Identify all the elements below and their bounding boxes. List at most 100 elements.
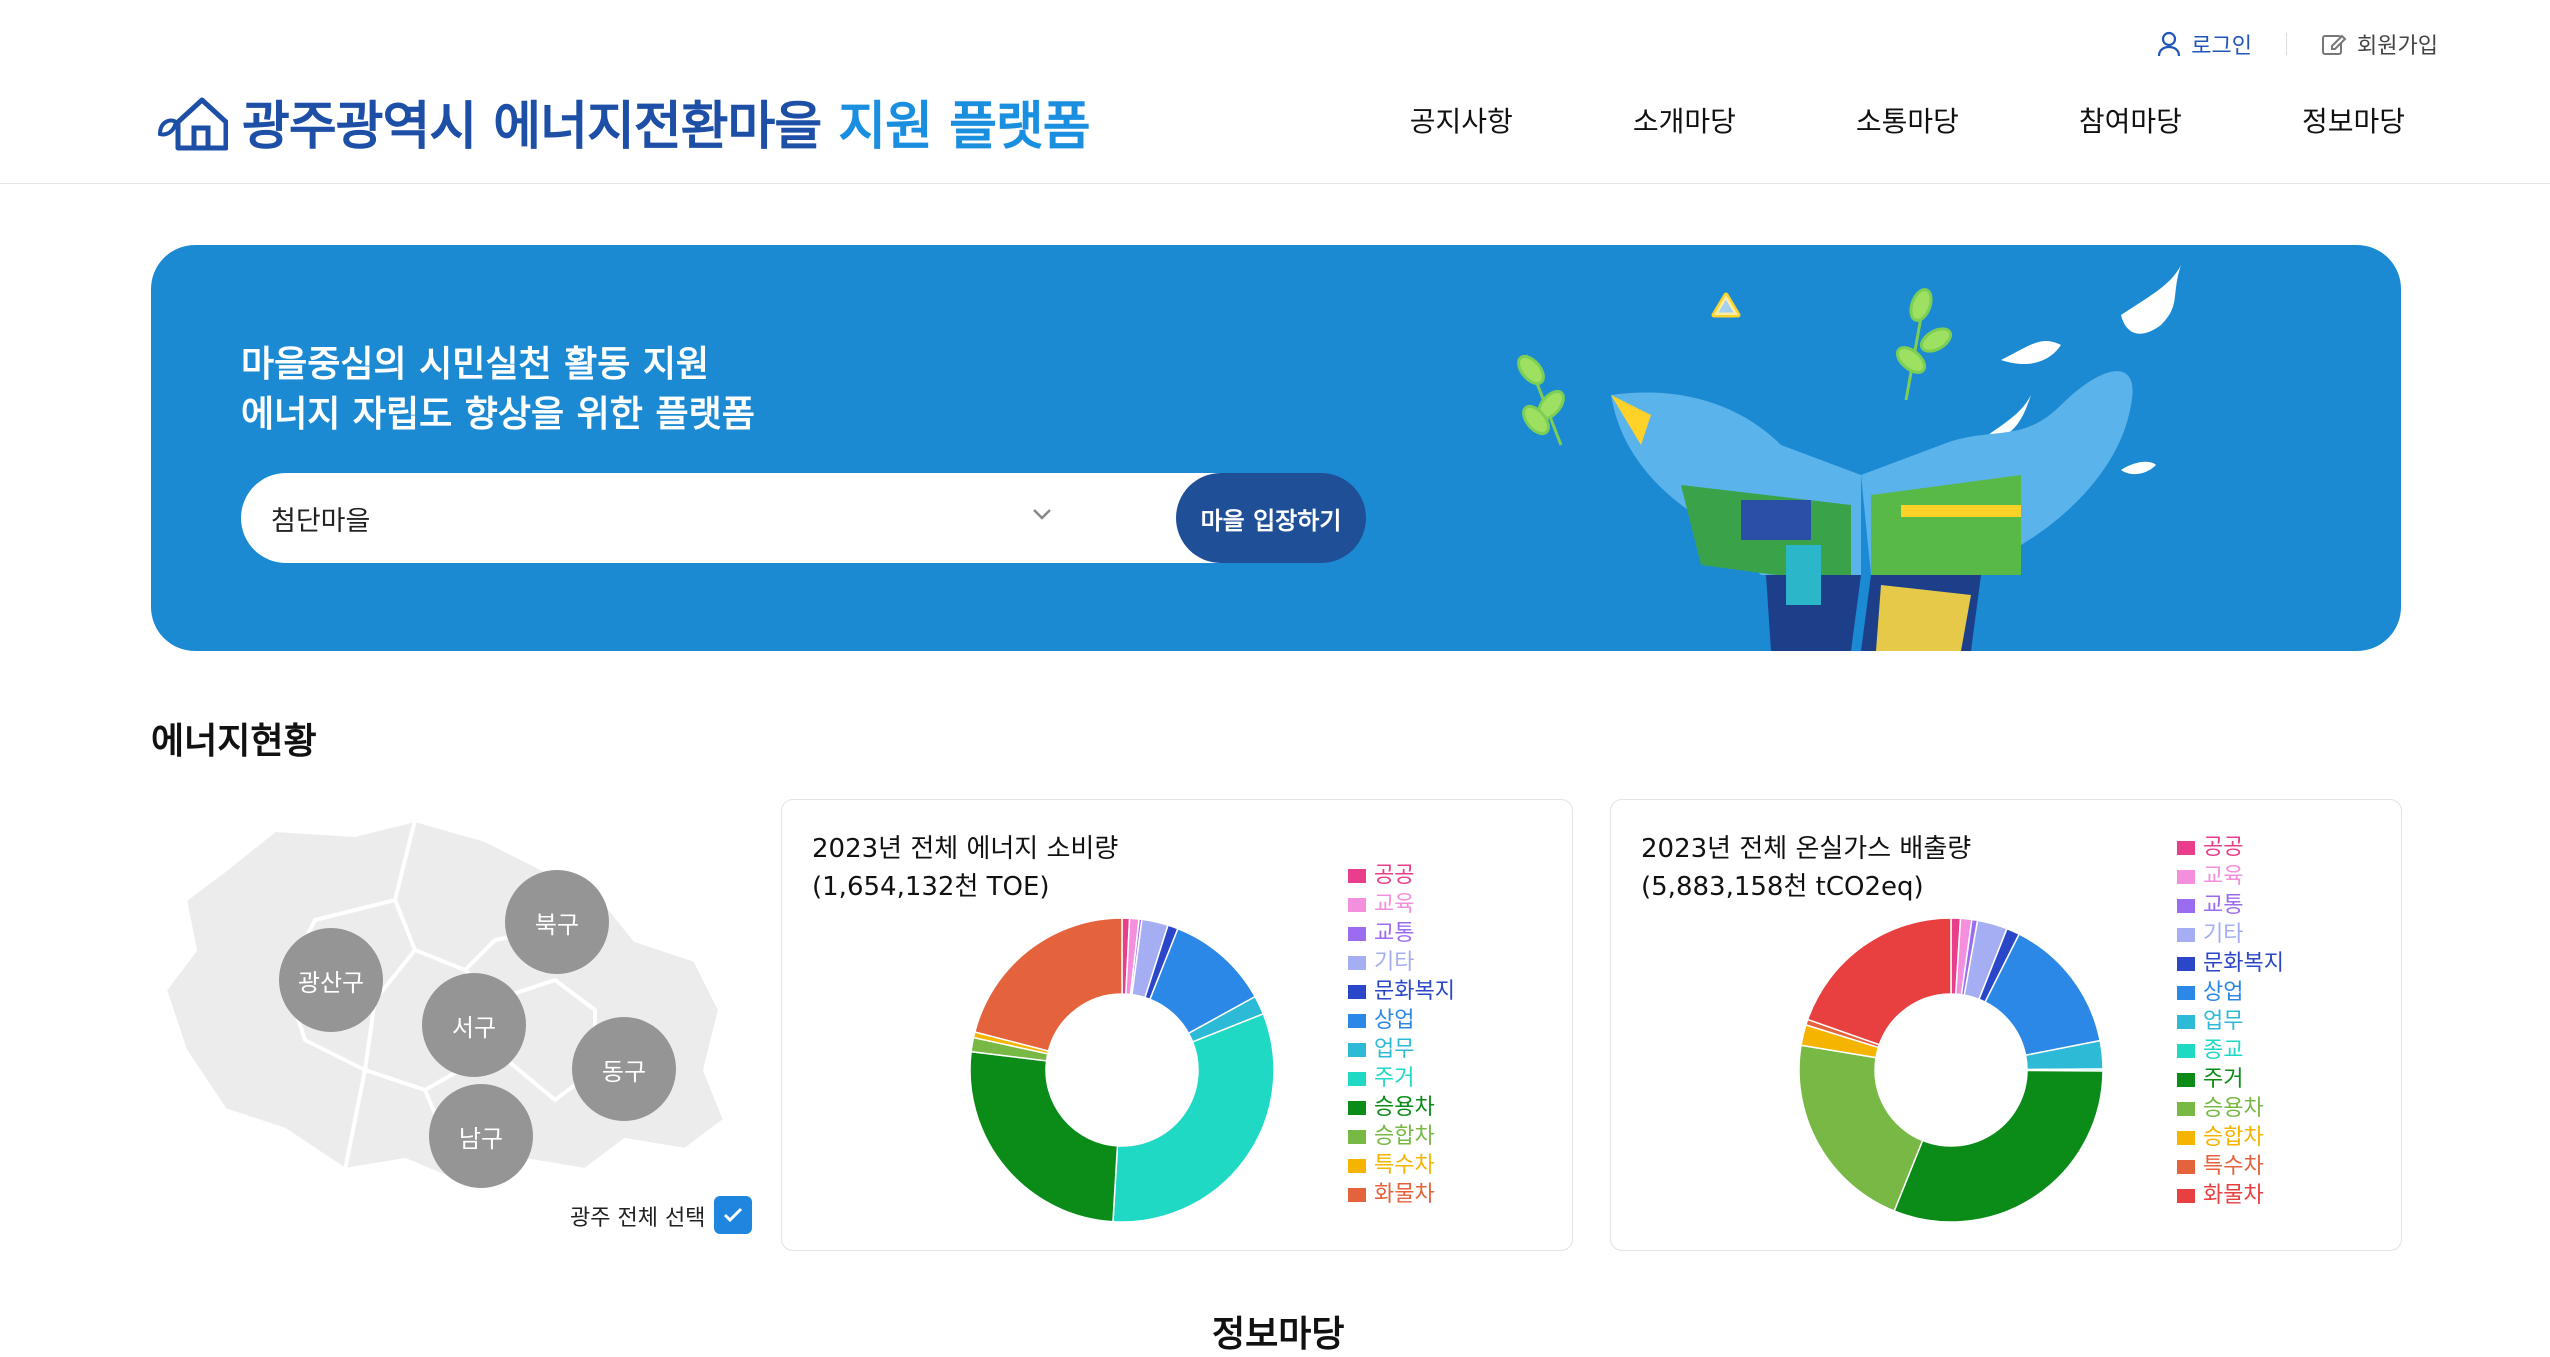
chart-2-subtitle: (5,883,158천 tCO2eq) bbox=[1641, 872, 1924, 902]
site-logo[interactable]: 광주광역시 에너지전환마을 지원 플랫폼 bbox=[156, 84, 1091, 159]
legend-label: 승합차 bbox=[1374, 1124, 1435, 1149]
join-label: 회원가입 bbox=[2357, 34, 2438, 59]
district-buk[interactable]: 북구 bbox=[505, 870, 609, 974]
ghg-emission-donut bbox=[1798, 917, 2104, 1223]
legend-swatch bbox=[1348, 868, 1366, 883]
nav-communication[interactable]: 소통마당 bbox=[1856, 100, 1959, 140]
legend-label: 공공 bbox=[2203, 835, 2244, 860]
nav-participation[interactable]: 참여마당 bbox=[2079, 100, 2182, 140]
legend-label: 문화복지 bbox=[1374, 979, 1455, 1004]
house-leaf-icon bbox=[157, 97, 228, 150]
energy-section-title: 에너지현황 bbox=[151, 721, 317, 762]
banner-line-2: 에너지 자립도 향상을 위한 플랫폼 bbox=[241, 394, 755, 435]
legend-item[interactable]: 종교 bbox=[2177, 1036, 2284, 1065]
legend-label: 종교 bbox=[2203, 1038, 2244, 1063]
district-nam[interactable]: 남구 bbox=[429, 1084, 533, 1188]
district-dong[interactable]: 동구 bbox=[572, 1017, 676, 1121]
legend-label: 공공 bbox=[1374, 863, 1415, 888]
legend-item[interactable]: 업무 bbox=[2177, 1007, 2284, 1036]
legend-label: 특수차 bbox=[1374, 1153, 1435, 1178]
legend-swatch bbox=[1348, 926, 1366, 941]
legend-item[interactable]: 교육 bbox=[1348, 890, 1455, 919]
nav-notice[interactable]: 공지사항 bbox=[1410, 100, 1513, 140]
right-hand-illustration bbox=[1861, 371, 2133, 651]
legend-item[interactable]: 문화복지 bbox=[1348, 977, 1455, 1006]
join-link[interactable]: 회원가입 bbox=[2321, 28, 2438, 60]
nav-intro[interactable]: 소개마당 bbox=[1633, 100, 1736, 140]
legend-item[interactable]: 공공 bbox=[1348, 861, 1455, 890]
legend-swatch bbox=[1348, 897, 1366, 912]
legend-item[interactable]: 상업 bbox=[2177, 978, 2284, 1007]
legend-item[interactable]: 특수차 bbox=[2177, 1152, 2284, 1181]
chart-2-legend: 공공교육 교통 기타 문화복지 상업 업무종교주거승용차승합차 특수차 화물차 bbox=[2177, 833, 2284, 1210]
legend-swatch bbox=[1348, 955, 1366, 970]
legend-label: 업무 bbox=[2203, 1009, 2244, 1034]
legend-item[interactable]: 주거 bbox=[2177, 1065, 2284, 1094]
village-select[interactable]: 첨단마을 마을 입장하기 bbox=[241, 473, 1366, 563]
chart-1-subtitle: (1,654,132천 TOE) bbox=[812, 872, 1050, 902]
legend-item[interactable]: 기타 bbox=[2177, 920, 2284, 949]
legend-item[interactable]: 화물차 bbox=[1348, 1180, 1455, 1209]
check-icon bbox=[723, 1207, 743, 1223]
legend-label: 승용차 bbox=[2203, 1096, 2264, 1121]
login-label: 로그인 bbox=[2191, 34, 2253, 59]
utility-bar: 로그인 회원가입 bbox=[2157, 28, 2438, 60]
legend-label: 주거 bbox=[2203, 1067, 2244, 1092]
legend-item[interactable]: 화물차 bbox=[2177, 1181, 2284, 1210]
legend-item[interactable]: 특수차 bbox=[1348, 1151, 1455, 1180]
village-select-value: 첨단마을 bbox=[271, 506, 371, 537]
donut-slice-승용차[interactable] bbox=[969, 1050, 1119, 1223]
legend-item[interactable]: 주거 bbox=[1348, 1064, 1455, 1093]
legend-swatch bbox=[2177, 985, 2195, 1000]
legend-label: 교통 bbox=[1374, 921, 1415, 946]
header-divider bbox=[0, 183, 2550, 184]
donut-slice-승용차[interactable] bbox=[1798, 1044, 1924, 1212]
legend-swatch bbox=[1348, 1187, 1366, 1202]
legend-swatch bbox=[2177, 1043, 2195, 1058]
district-gwangsan[interactable]: 광산구 bbox=[279, 928, 383, 1032]
donut-slice-주거[interactable] bbox=[1893, 1069, 2104, 1223]
district-seo[interactable]: 서구 bbox=[422, 973, 526, 1077]
legend-item[interactable]: 상업 bbox=[1348, 1006, 1455, 1035]
legend-item[interactable]: 문화복지 bbox=[2177, 949, 2284, 978]
legend-label: 업무 bbox=[1374, 1037, 1415, 1062]
gwangju-district-map: 광산구 북구 서구 동구 남구 bbox=[162, 810, 728, 1194]
legend-item[interactable]: 교통 bbox=[2177, 891, 2284, 920]
legend-swatch bbox=[2177, 1072, 2195, 1087]
edit-icon bbox=[2322, 34, 2347, 55]
all-select-label: 광주 전체 선택 bbox=[570, 1206, 706, 1231]
login-link[interactable]: 로그인 bbox=[2157, 28, 2252, 60]
ghg-emission-card: 2023년 전체 온실가스 배출량 (5,883,158천 tCO2eq) 공공… bbox=[1610, 799, 2402, 1251]
site-title-main: 광주광역시 에너지전환마을 bbox=[242, 97, 822, 157]
legend-label: 주거 bbox=[1374, 1066, 1415, 1091]
legend-label: 승용차 bbox=[1374, 1095, 1435, 1120]
hands-city-illustration bbox=[1517, 265, 2181, 651]
legend-label: 기타 bbox=[1374, 950, 1415, 975]
legend-label: 교육 bbox=[2203, 864, 2244, 889]
legend-item[interactable]: 교육 bbox=[2177, 862, 2284, 891]
legend-swatch bbox=[2177, 840, 2195, 855]
info-section-title: 정보마당 bbox=[1212, 1314, 1345, 1355]
all-select-checkbox[interactable] bbox=[714, 1196, 752, 1234]
legend-label: 승합차 bbox=[2203, 1125, 2264, 1150]
banner-line-1: 마을중심의 시민실천 활동 지원 bbox=[241, 344, 710, 385]
enter-village-button[interactable]: 마을 입장하기 bbox=[1176, 473, 1366, 563]
legend-item[interactable]: 승합차 bbox=[1348, 1122, 1455, 1151]
legend-swatch bbox=[1348, 1158, 1366, 1173]
donut-slice-화물차[interactable] bbox=[973, 917, 1123, 1052]
legend-item[interactable]: 업무 bbox=[1348, 1035, 1455, 1064]
legend-item[interactable]: 공공 bbox=[2177, 833, 2284, 862]
legend-label: 상업 bbox=[1374, 1008, 1415, 1033]
donut-slice-화물차[interactable] bbox=[1806, 917, 1952, 1046]
legend-swatch bbox=[2177, 956, 2195, 971]
legend-item[interactable]: 승합차 bbox=[2177, 1123, 2284, 1152]
nav-information[interactable]: 정보마당 bbox=[2302, 100, 2405, 140]
legend-item[interactable]: 기타 bbox=[1348, 948, 1455, 977]
donut-slice-주거[interactable] bbox=[1112, 1012, 1275, 1223]
legend-label: 기타 bbox=[2203, 922, 2244, 947]
legend-swatch bbox=[2177, 869, 2195, 884]
legend-item[interactable]: 교통 bbox=[1348, 919, 1455, 948]
legend-item[interactable]: 승용차 bbox=[2177, 1094, 2284, 1123]
legend-item[interactable]: 승용차 bbox=[1348, 1093, 1455, 1122]
legend-swatch bbox=[2177, 898, 2195, 913]
